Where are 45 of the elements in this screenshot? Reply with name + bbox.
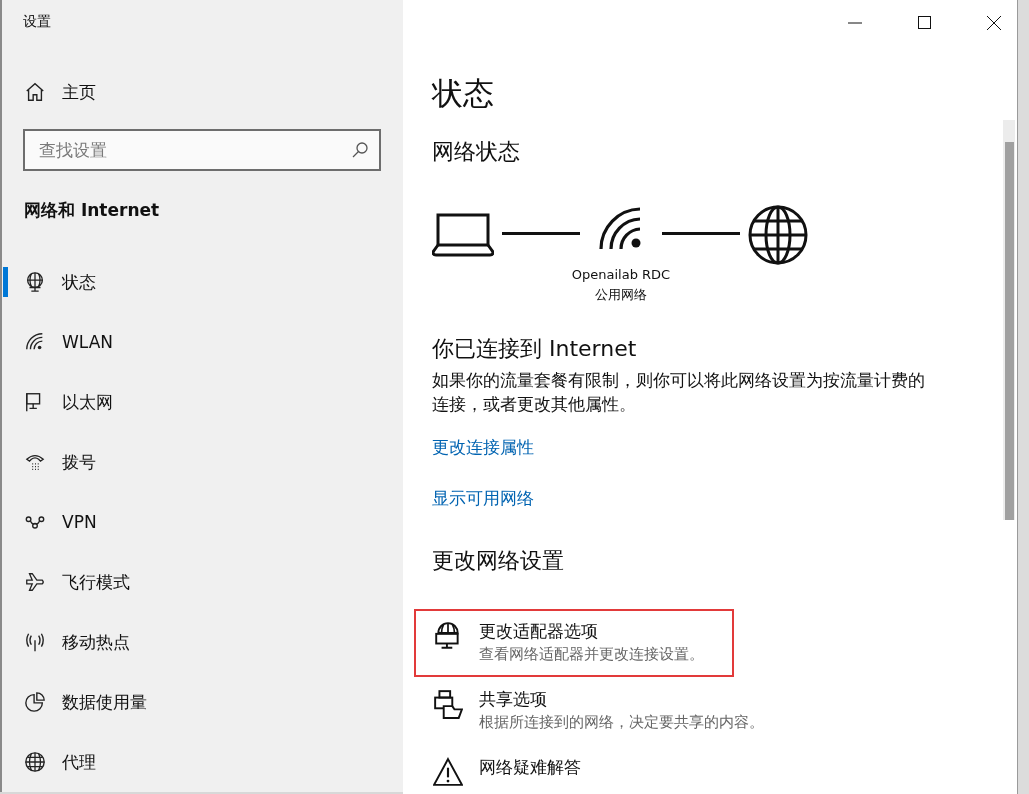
link[interactable]: 更改连接属性 <box>432 436 534 460</box>
search-field[interactable]: 查找设置 <box>23 129 381 171</box>
section-heading: 网络和 Internet <box>24 199 161 221</box>
maximize-icon[interactable] <box>918 16 931 29</box>
section-heading: 你已连接到 Internet <box>432 335 638 363</box>
section-heading: 网络状态 <box>432 138 521 166</box>
option-description: 根据所连接到的网络，决定要共享的内容。 <box>479 713 764 732</box>
printer-folder-icon <box>433 689 463 719</box>
settings-option[interactable]: 网络疑难解答 <box>414 745 734 794</box>
nav-item[interactable]: VPN <box>2 492 403 552</box>
warning-icon <box>433 757 463 787</box>
option-title: 网络疑难解答 <box>479 757 581 779</box>
section-heading: 更改网络设置 <box>432 547 565 575</box>
option-description: 查看网络适配器并更改连接设置。 <box>479 645 704 664</box>
scrollbar[interactable] <box>1003 120 1015 520</box>
nav-item[interactable]: 以太网 <box>2 372 403 432</box>
nav-item[interactable]: 移动热点 <box>2 612 403 672</box>
globe-monitor-icon <box>24 271 46 293</box>
home-nav-item[interactable]: 主页 <box>2 62 403 122</box>
globe-icon <box>24 751 46 773</box>
minimize-icon[interactable] <box>848 21 862 24</box>
nav-item[interactable]: 代理 <box>2 732 403 792</box>
globe-icon <box>748 205 808 265</box>
option-title: 更改适配器选项 <box>479 621 599 643</box>
nav-item[interactable]: WLAN <box>2 312 403 372</box>
settings-option[interactable]: 共享选项 根据所连接到的网络，决定要共享的内容。 <box>414 677 783 745</box>
pie-chart-icon <box>24 691 46 713</box>
page-title: 状态 <box>432 74 495 113</box>
settings-option[interactable]: 更改适配器选项 查看网络适配器并更改连接设置。 <box>414 609 734 677</box>
laptop-icon <box>432 213 494 257</box>
antenna-icon <box>24 631 46 653</box>
network-type: 公用网络 <box>595 286 647 304</box>
close-icon[interactable] <box>987 15 1001 30</box>
option-title: 共享选项 <box>479 689 548 711</box>
window-title: 设置 <box>23 13 51 32</box>
nav-item[interactable]: 数据使用量 <box>2 672 403 732</box>
nav-item[interactable]: 拨号 <box>2 432 403 492</box>
airplane-icon <box>24 571 46 593</box>
nav-item[interactable]: 状态 <box>2 252 403 312</box>
nav-item[interactable]: 飞行模式 <box>2 552 403 612</box>
home-icon <box>24 81 46 104</box>
search-icon <box>351 141 369 159</box>
description-text: 如果你的流量套餐有限制，则你可以将此网络设置为按流量计费的连接，或者更改其他属性。 <box>432 369 926 416</box>
link[interactable]: 显示可用网络 <box>432 487 534 511</box>
network-name: Openailab RDC <box>571 266 671 284</box>
